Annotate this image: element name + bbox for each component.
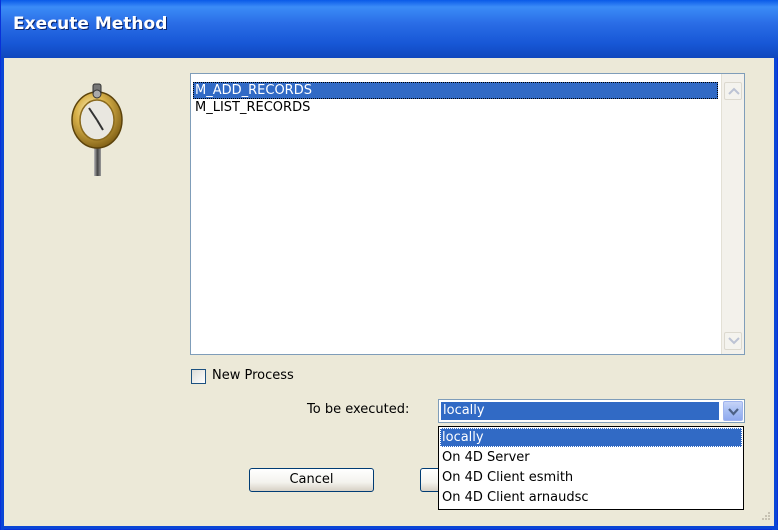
execute-method-dialog: Execute Method M_ADD_RECORDS M_LIST_RECO… [0, 0, 778, 530]
scroll-up-button[interactable] [724, 82, 742, 100]
dropdown-button[interactable] [723, 401, 743, 421]
cancel-button[interactable]: Cancel [249, 468, 374, 492]
method-execute-icon [63, 80, 133, 180]
execution-selected-value: locally [441, 402, 719, 420]
list-item[interactable]: M_ADD_RECORDS [193, 82, 718, 99]
window-title: Execute Method [13, 14, 168, 34]
execution-option[interactable]: On 4D Client arnaudsc [440, 488, 742, 507]
scroll-down-button[interactable] [724, 332, 742, 350]
execution-option[interactable]: locally [440, 428, 742, 447]
execution-option[interactable]: On 4D Server [440, 448, 742, 467]
method-list[interactable]: M_ADD_RECORDS M_LIST_RECORDS [190, 73, 745, 355]
execution-options-list[interactable]: locally On 4D Server On 4D Client esmith… [438, 426, 744, 510]
list-scrollbar[interactable] [721, 74, 744, 354]
execution-select[interactable]: locally [438, 399, 745, 423]
execution-option[interactable]: On 4D Client esmith [440, 468, 742, 487]
list-item[interactable]: M_LIST_RECORDS [193, 99, 718, 116]
new-process-label: New Process [212, 368, 294, 383]
execution-label: To be executed: [307, 402, 410, 417]
chevron-down-icon [728, 408, 739, 416]
chevron-down-icon [728, 337, 740, 345]
resize-grip-icon[interactable] [759, 511, 771, 523]
title-bar[interactable]: Execute Method [1, 0, 778, 58]
chevron-up-icon [728, 87, 740, 95]
new-process-checkbox[interactable] [191, 369, 206, 384]
